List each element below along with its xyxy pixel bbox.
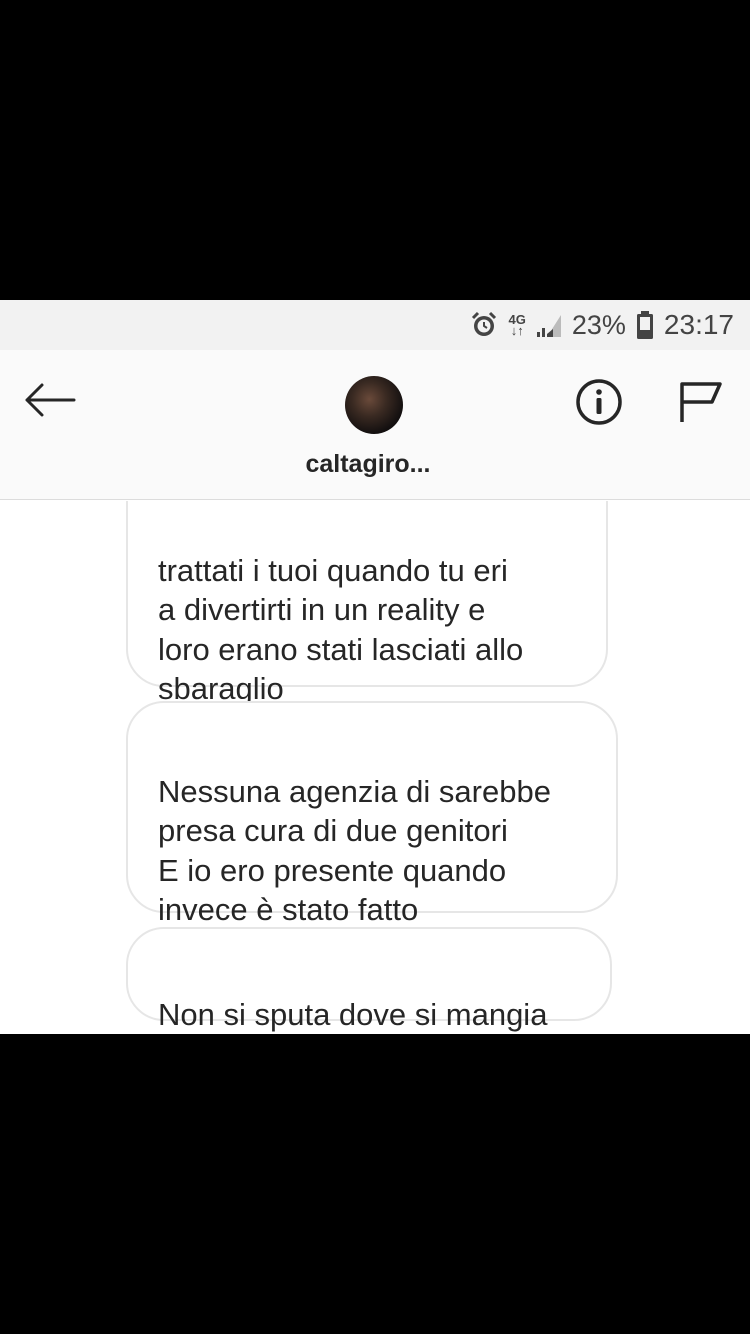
message-bubble[interactable]: Non si sputa dove si mangia: [126, 927, 612, 1032]
battery-percent: 23%: [571, 309, 626, 340]
message-text: Nessuna agenzia di sarebbe presa cura di…: [158, 773, 551, 928]
info-icon[interactable]: [575, 378, 623, 426]
header-username[interactable]: caltagiro...: [0, 450, 736, 479]
signal-icon: [536, 312, 562, 338]
message-bubble[interactable]: trattati i tuoi quando tu eri a divertir…: [126, 501, 608, 706]
alarm-icon: [469, 310, 499, 340]
status-time: 23:17: [663, 309, 734, 340]
message-thread: trattati i tuoi quando tu eri a divertir…: [0, 501, 750, 1034]
avatar[interactable]: [345, 376, 403, 434]
status-bar: 4G ↓↑ 23% 23:17: [0, 300, 750, 350]
message-text: Non si sputa dove si mangia: [158, 996, 548, 1032]
message-bubble[interactable]: Nessuna agenzia di sarebbe presa cura di…: [126, 701, 618, 927]
message-text: trattati i tuoi quando tu eri a divertir…: [158, 552, 524, 707]
back-arrow-icon[interactable]: [22, 380, 78, 420]
conversation-header: caltagiro...: [0, 350, 750, 500]
network-activity-label: ↓↑: [510, 323, 524, 338]
app-screen: 4G ↓↑ 23% 23:17 caltagiro... trattati i …: [0, 300, 750, 1034]
battery-icon: [636, 310, 654, 340]
flag-icon[interactable]: [676, 380, 724, 424]
network-4g-icon: 4G ↓↑: [509, 313, 526, 338]
